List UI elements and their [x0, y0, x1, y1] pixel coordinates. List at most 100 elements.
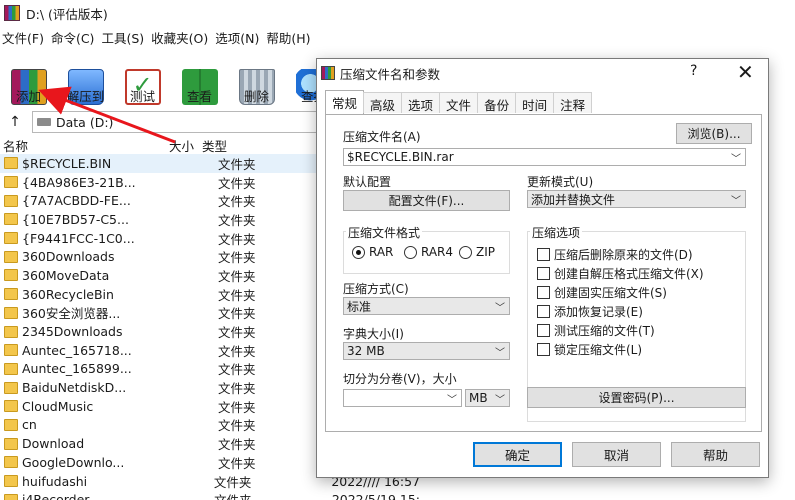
file-name: cn: [22, 417, 37, 433]
format-rar4-label: RAR4: [421, 245, 454, 259]
file-name: {F9441FCC-1C0...: [22, 230, 135, 246]
split-size-input[interactable]: ﹀: [343, 389, 462, 407]
help-button[interactable]: 帮助: [671, 442, 760, 467]
option-delete-after-label: 压缩后删除原来的文件(D): [554, 248, 693, 262]
option-delete-after[interactable]: 压缩后删除原来的文件(D): [537, 246, 693, 263]
folder-icon: [4, 456, 18, 469]
add-button[interactable]: 添加: [0, 48, 57, 108]
menu-help[interactable]: 帮助(H): [264, 28, 315, 47]
option-recovery[interactable]: 添加恢复记录(E): [537, 303, 643, 320]
option-test[interactable]: 测试压缩的文件(T): [537, 322, 655, 339]
dialog-titlebar: 压缩文件名和参数: [317, 59, 768, 87]
tab-advanced[interactable]: 高级: [363, 92, 403, 113]
cancel-button[interactable]: 取消: [572, 442, 661, 467]
option-test-label: 测试压缩的文件(T): [554, 324, 655, 338]
format-group-title: 压缩文件格式: [346, 224, 423, 241]
archive-name-input[interactable]: $RECYCLE.BIN.rar ﹀: [343, 148, 746, 166]
file-name: {7A7ACBDD-FE...: [22, 193, 131, 209]
address-path: Data (D:): [56, 114, 114, 130]
tab-comment[interactable]: 注释: [553, 92, 593, 113]
format-radio-rar4[interactable]: RAR4: [404, 245, 453, 259]
dictionary-label: 字典大小(I): [343, 327, 404, 341]
file-name: GoogleDownlo...: [22, 454, 125, 470]
format-rar-label: RAR: [369, 245, 394, 259]
file-name: Auntec_165718...: [22, 342, 132, 358]
file-name: 360RecycleBin: [22, 286, 114, 302]
file-name: {10E7BD57-C5...: [22, 211, 129, 227]
folder-icon: [4, 250, 18, 263]
profile-button[interactable]: 配置文件(F)...: [343, 190, 510, 211]
file-type: 文件夹: [214, 490, 332, 500]
format-radio-rar[interactable]: RAR: [352, 245, 393, 259]
folder-icon: [4, 475, 18, 488]
tab-time[interactable]: 时间: [515, 92, 555, 113]
winrar-app-icon: [4, 5, 20, 21]
file-row[interactable]: i4Recorder 文件夹2022/5/19 15:: [0, 490, 420, 500]
folder-icon: [4, 437, 18, 450]
column-type[interactable]: 类型: [198, 136, 227, 154]
file-type: 文件夹: [213, 474, 252, 490]
format-radio-zip[interactable]: ZIP: [459, 245, 495, 259]
checkbox: [537, 267, 550, 280]
menu-favorites[interactable]: 收藏夹(O): [149, 28, 213, 47]
address-field[interactable]: Data (D:): [32, 111, 332, 133]
folder-icon: [4, 157, 18, 170]
folder-icon: [4, 269, 18, 282]
dialog-help-button[interactable]: ?: [690, 63, 697, 79]
up-folder-button[interactable]: ↑: [0, 114, 30, 130]
ok-button[interactable]: 确定: [473, 442, 562, 467]
file-name: BaiduNetdiskD...: [22, 380, 127, 396]
delete-button[interactable]: 删除: [228, 48, 285, 108]
option-lock[interactable]: 锁定压缩文件(L): [537, 341, 642, 358]
dictionary-select[interactable]: 32 MB ﹀: [343, 342, 510, 360]
test-button[interactable]: 测试: [114, 48, 171, 108]
file-name: 360安全浏览器...: [22, 306, 121, 322]
file-name: $RECYCLE.BIN: [22, 155, 112, 171]
format-zip-label: ZIP: [476, 245, 495, 259]
folder-icon: [4, 418, 18, 431]
option-create-sfx[interactable]: 创建自解压格式压缩文件(X): [537, 265, 704, 282]
chevron-down-icon: ﹀: [495, 395, 505, 406]
extract-to-button[interactable]: 解压到: [57, 48, 114, 108]
folder-icon: [4, 344, 18, 357]
option-solid[interactable]: 创建固实压缩文件(S): [537, 284, 667, 301]
split-unit-select[interactable]: MB ﹀: [465, 389, 510, 407]
file-date: 2022/5/19 15:: [331, 492, 421, 500]
checkbox: [537, 305, 550, 318]
file-name: 360Downloads: [22, 249, 115, 265]
chevron-down-icon: ﹀: [731, 154, 741, 165]
folder-icon: [4, 362, 18, 375]
folder-icon: [4, 213, 18, 226]
column-size[interactable]: 大小: [150, 136, 198, 154]
view-button[interactable]: 查看: [171, 48, 228, 108]
menu-file[interactable]: 文件(F): [0, 28, 49, 47]
method-label: 压缩方式(C): [343, 282, 409, 296]
set-password-button[interactable]: 设置密码(P)...: [527, 387, 746, 408]
file-name: Download: [22, 436, 85, 452]
menu-options[interactable]: 选项(N): [213, 28, 264, 47]
tab-general[interactable]: 常规: [325, 90, 365, 114]
file-name: CloudMusic: [22, 398, 94, 414]
update-mode-select[interactable]: 添加并替换文件 ﹀: [527, 190, 746, 208]
general-tab-panel: 压缩文件名(A) 浏览(B)... $RECYCLE.BIN.rar ﹀ 默认配…: [325, 114, 762, 432]
menu-tools[interactable]: 工具(S): [99, 28, 149, 47]
file-list-header: 名称 大小 类型: [0, 136, 320, 154]
chevron-down-icon: ﹀: [495, 303, 505, 314]
profile-label: 默认配置: [343, 175, 392, 189]
browse-button[interactable]: 浏览(B)...: [676, 123, 752, 144]
tab-options[interactable]: 选项: [401, 92, 441, 113]
dialog-close-icon[interactable]: ✕: [737, 60, 754, 84]
folder-icon: [4, 194, 18, 207]
method-select[interactable]: 标准 ﹀: [343, 297, 510, 315]
chevron-down-icon: ﹀: [447, 395, 457, 406]
tab-files[interactable]: 文件: [439, 92, 479, 113]
archive-params-dialog: 压缩文件名和参数 ? ✕ 常规 高级 选项 文件 备份 时间 注释 压缩文件名(…: [316, 58, 769, 478]
column-name[interactable]: 名称: [0, 136, 150, 154]
dictionary-value: 32 MB: [347, 344, 385, 358]
tab-backup[interactable]: 备份: [477, 92, 517, 113]
dialog-app-icon: [321, 66, 335, 80]
folder-icon: [4, 306, 18, 319]
menu-commands[interactable]: 命令(C): [49, 28, 99, 47]
drive-icon: [37, 118, 51, 126]
folder-icon: [4, 493, 18, 500]
